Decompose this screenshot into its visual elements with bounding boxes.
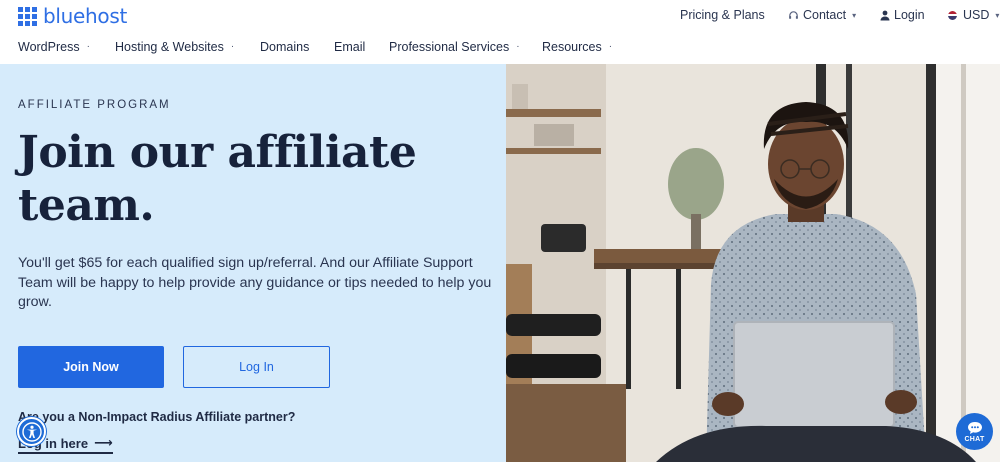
logo-grid-icon: [18, 6, 37, 26]
contact-menu[interactable]: Contact ▾: [788, 8, 856, 22]
bluehost-logo[interactable]: bluehost: [18, 5, 127, 27]
headline-line-2: team.: [18, 180, 155, 231]
us-flag-icon: [948, 10, 957, 20]
top-bar: bluehost Pricing & Plans Contact ▾ Login…: [0, 0, 1000, 32]
page-title: Join our affiliate team.: [18, 126, 488, 232]
login-label: Login: [894, 8, 925, 22]
nav-item-label: Email: [334, 40, 366, 54]
hero-photo-man-with-laptop: [506, 64, 1000, 462]
pricing-plans-link[interactable]: Pricing & Plans: [680, 8, 765, 22]
join-now-button[interactable]: Join Now: [18, 346, 164, 388]
nav-item-wordpress[interactable]: WordPress ·: [18, 40, 90, 54]
nav-item-resources[interactable]: Resources ·: [542, 40, 612, 54]
accessibility-icon: [21, 421, 42, 442]
nav-item-label: Hosting & Websites: [115, 40, 224, 54]
nav-item-email[interactable]: Email: [334, 40, 365, 54]
chevron-down-icon: ▾: [995, 10, 1000, 20]
user-icon: [880, 10, 890, 21]
affiliate-hero-panel: AFFILIATE PROGRAM Join our affiliate tea…: [0, 64, 506, 462]
eyebrow-label: AFFILIATE PROGRAM: [18, 99, 171, 111]
headline-line-1: Join our affiliate: [18, 127, 417, 178]
nav-item-label: Professional Services: [389, 40, 510, 54]
chevron-down-icon: ▾: [852, 10, 857, 20]
hero-description: You'll get $65 for each qualified sign u…: [18, 255, 492, 310]
nav-item-label: WordPress: [18, 40, 80, 54]
nav-item-label: Resources: [542, 40, 602, 54]
log-in-button[interactable]: Log In: [183, 346, 330, 388]
arrow-right-icon: ⟶: [94, 435, 113, 450]
nav-item-domains[interactable]: Domains: [260, 40, 309, 54]
dropdown-dot-icon: ·: [608, 41, 613, 52]
main-nav: WordPress · Hosting & Websites · Domains E…: [0, 32, 1000, 64]
currency-label: USD: [963, 8, 990, 22]
logo-text: bluehost: [43, 4, 128, 28]
hero-illustration: [506, 64, 1000, 462]
pricing-plans-label: Pricing & Plans: [680, 8, 765, 22]
partner-question: Are you a Non-Impact Radius Affiliate pa…: [18, 410, 296, 424]
currency-selector[interactable]: USD ▾: [948, 8, 999, 22]
dropdown-dot-icon: ·: [86, 41, 90, 52]
accessibility-button[interactable]: [17, 417, 46, 446]
nav-item-hosting[interactable]: Hosting & Websites ·: [115, 40, 234, 54]
chat-bubble-icon: [967, 421, 982, 434]
headset-icon: [788, 10, 799, 21]
login-link[interactable]: Login: [880, 8, 925, 22]
chat-label: CHAT: [964, 435, 985, 443]
dropdown-dot-icon: ·: [516, 41, 520, 52]
dropdown-dot-icon: ·: [230, 41, 235, 52]
nav-item-label: Domains: [260, 40, 310, 54]
contact-label: Contact: [803, 8, 847, 22]
nav-item-professional-services[interactable]: Professional Services ·: [389, 40, 520, 54]
chat-button[interactable]: CHAT: [956, 413, 993, 450]
